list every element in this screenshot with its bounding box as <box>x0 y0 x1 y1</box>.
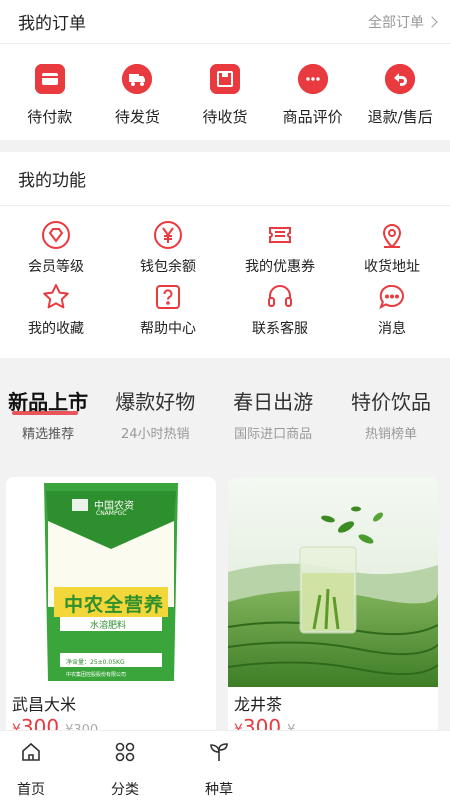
tab-special-drinks-title: 特价饮品 <box>351 390 432 414</box>
category-tabs: 新品上市 精选推荐 爆款好物 24小时热销 春日出游 国际进口商品 特价饮品 热… <box>0 386 450 448</box>
order-status-row: 待付款 待发货 待收货 商品评价 退款/售后 <box>0 44 450 127</box>
order-pending-shipment[interactable]: 待发货 <box>94 64 182 127</box>
tab-spring-outing-title: 春日出游 <box>233 390 314 414</box>
my-functions-card: 我的功能 会员等级 钱包余额 我的优惠券 收货地址 我的收藏 帮助中心 联系客服… <box>0 152 450 358</box>
func-favorites[interactable]: 我的收藏 <box>0 282 112 344</box>
func-help-center[interactable]: 帮助中心 <box>112 282 224 344</box>
bag-maker-text: 中农集团控股股份有限公司 <box>66 672 127 678</box>
tab-new-arrivals[interactable]: 新品上市 精选推荐 <box>0 386 96 448</box>
location-icon <box>377 220 407 250</box>
tab-spring-outing[interactable]: 春日出游 国际进口商品 <box>214 386 332 448</box>
headset-icon <box>265 282 295 312</box>
func-member-level-label: 会员等级 <box>28 259 84 275</box>
order-pending-payment-label: 待付款 <box>27 108 73 126</box>
comment-icon <box>297 64 328 94</box>
product-card[interactable]: 龙井茶 ¥300 ¥ <box>228 477 438 737</box>
all-orders-label: 全部订单 <box>368 14 424 31</box>
bottom-nav: 首页 分类 种草 <box>0 730 450 800</box>
order-refund[interactable]: 退款/售后 <box>356 64 444 127</box>
tab-new-arrivals-title: 新品上市 <box>8 390 89 414</box>
func-help-center-label: 帮助中心 <box>140 321 196 337</box>
bag-brand-en-text: CNAMPGC <box>96 510 127 517</box>
bag-net-text: 净含量：25±0.05KG <box>66 659 125 666</box>
order-review[interactable]: 商品评价 <box>269 64 357 127</box>
tab-new-arrivals-sub: 精选推荐 <box>22 427 75 442</box>
func-address-label: 收货地址 <box>364 259 420 275</box>
product-name: 龙井茶 <box>234 695 283 714</box>
order-refund-label: 退款/售后 <box>367 108 433 126</box>
tab-special-drinks[interactable]: 特价饮品 热销榜单 <box>332 386 450 448</box>
grid-icon <box>114 741 136 767</box>
func-wallet-balance[interactable]: 钱包余额 <box>112 220 224 282</box>
nav-home-label: 首页 <box>17 782 45 798</box>
tab-hot-items[interactable]: 爆款好物 24小时热销 <box>96 386 214 448</box>
functions-header: 我的功能 <box>0 152 450 206</box>
tab-hot-items-title: 爆款好物 <box>115 390 196 414</box>
product-name: 武昌大米 <box>12 695 77 714</box>
bag-product-text: 中农全营养 <box>64 594 165 616</box>
package-icon <box>209 64 240 94</box>
order-pending-receipt[interactable]: 待收货 <box>181 64 269 127</box>
coupon-icon <box>265 220 295 250</box>
return-icon <box>385 64 416 94</box>
truck-icon <box>122 64 153 94</box>
functions-grid: 会员等级 钱包余额 我的优惠券 收货地址 我的收藏 帮助中心 联系客服 消息 <box>0 206 450 344</box>
wallet-icon <box>34 64 65 94</box>
nav-home[interactable]: 首页 <box>0 731 78 800</box>
bag-type-text: 水溶肥料 <box>90 621 127 631</box>
tab-spring-outing-sub: 国际进口商品 <box>234 427 313 442</box>
order-review-label: 商品评价 <box>282 108 343 126</box>
all-orders-link[interactable]: 全部订单 <box>368 12 438 32</box>
func-favorites-label: 我的收藏 <box>28 321 84 337</box>
func-member-level[interactable]: 会员等级 <box>0 220 112 282</box>
nav-categories-label: 分类 <box>111 782 139 798</box>
my-orders-card: 我的订单 全部订单 待付款 待发货 待收货 商品评价 退款/售后 <box>0 0 450 140</box>
func-customer-service[interactable]: 联系客服 <box>224 282 336 344</box>
star-icon <box>41 282 71 312</box>
product-image-tea <box>228 477 438 687</box>
chevron-right-icon <box>426 15 438 28</box>
order-pending-payment[interactable]: 待付款 <box>6 64 94 127</box>
home-icon <box>20 741 42 767</box>
nav-discover[interactable]: 种草 <box>172 731 266 800</box>
func-coupons[interactable]: 我的优惠券 <box>224 220 336 282</box>
help-icon <box>153 282 183 312</box>
diamond-icon <box>41 220 71 250</box>
product-image-fertilizer-bag: 中国农资 CNAMPGC 中农全营养 水溶肥料 净含量：25±0.05KG 中农… <box>6 477 216 687</box>
func-customer-service-label: 联系客服 <box>252 321 308 337</box>
message-icon <box>377 282 407 312</box>
orders-title: 我的订单 <box>18 14 86 34</box>
func-messages-label: 消息 <box>378 321 406 337</box>
functions-title: 我的功能 <box>18 171 86 191</box>
func-address[interactable]: 收货地址 <box>336 220 448 282</box>
order-pending-receipt-label: 待收货 <box>202 108 248 126</box>
order-pending-shipment-label: 待发货 <box>114 108 160 126</box>
nav-fade-overlay <box>266 731 450 800</box>
sprout-icon <box>208 741 230 767</box>
tab-hot-items-sub: 24小时热销 <box>120 427 190 442</box>
yuan-icon <box>153 220 183 250</box>
nav-categories[interactable]: 分类 <box>78 731 172 800</box>
func-wallet-balance-label: 钱包余额 <box>140 259 196 275</box>
tab-special-drinks-sub: 热销榜单 <box>365 427 418 442</box>
func-coupons-label: 我的优惠券 <box>245 259 315 275</box>
nav-discover-label: 种草 <box>205 782 233 798</box>
func-messages[interactable]: 消息 <box>336 282 448 344</box>
product-card[interactable]: 中国农资 CNAMPGC 中农全营养 水溶肥料 净含量：25±0.05KG 中农… <box>6 477 216 737</box>
orders-header: 我的订单 全部订单 <box>0 0 450 44</box>
